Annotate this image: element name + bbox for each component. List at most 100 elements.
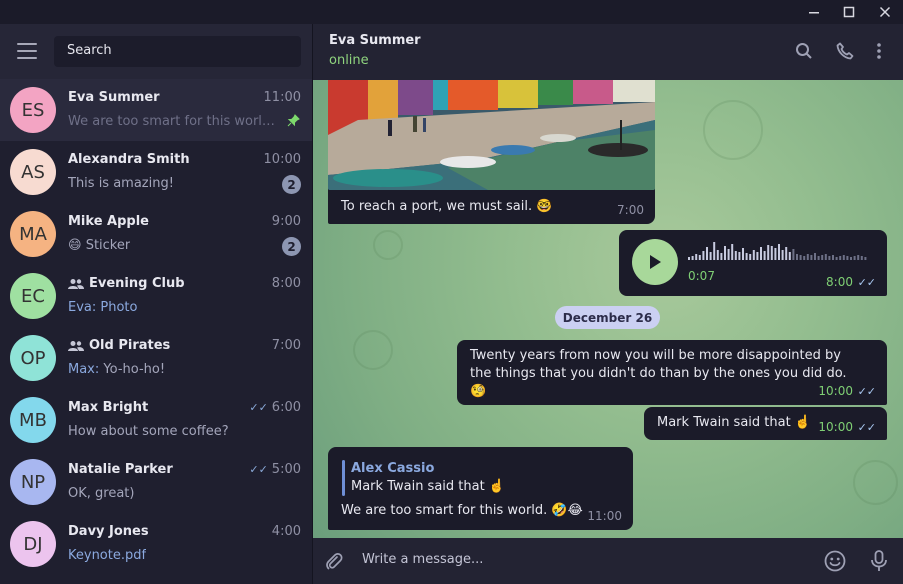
chat-name: Eva Summer [68,90,160,105]
read-checks-icon: ✓✓ [857,276,876,289]
photo-message[interactable]: To reach a port, we must sail. 🤓 7:00 [328,80,655,224]
waveform-bar [824,254,827,260]
preview-sender: Max: [68,362,100,377]
message-time: 10:00 [818,384,853,398]
waveform-bar [806,254,809,260]
chat-time: 10:00 [263,152,301,167]
chat-preview: Keynote.pdf [68,548,147,563]
emoji-icon[interactable] [823,549,847,573]
outgoing-message[interactable]: Twenty years from now you will be more d… [457,340,887,405]
waveform-bar [731,244,734,260]
peer-name[interactable]: Eva Summer [329,33,421,48]
avatar: ES [10,87,56,133]
search-placeholder: Search [67,43,112,58]
message-time: 7:00 [617,203,644,217]
reply-author[interactable]: Alex Cassio [351,461,434,476]
incoming-reply-message[interactable]: Alex Cassio Mark Twain said that ☝️ We a… [328,447,633,530]
chat-time: 11:00 [263,90,301,105]
chat-name: Natalie Parker [68,462,173,477]
waveform-bar [688,257,690,260]
chat-time: 7:00 [271,338,301,353]
waveform-bar [803,256,806,260]
waveform-bar [734,251,737,260]
chat-preview: Eva: Photo [68,300,138,315]
sticker-emoji: 😄 [68,238,82,253]
menu-icon[interactable] [17,43,37,59]
chat-time: 9:00 [271,214,301,229]
date-separator: December 26 [555,306,660,329]
message-time: 11:00 [587,509,622,523]
waveform-bar [781,250,784,260]
outgoing-message[interactable]: Mark Twain said that ☝️ 10:00 ✓✓ [644,407,887,440]
chat-preview: How about some coffee? [68,424,229,439]
chat-item-alexandra-smith[interactable]: AS Alexandra Smith 10:00 This is amazing… [0,141,312,203]
voice-message[interactable]: 0:07 8:00 ✓✓ [619,230,887,296]
play-icon [650,255,661,269]
waveform-bar [760,247,762,260]
minimize-icon[interactable] [796,0,832,24]
waveform-bar [788,252,791,260]
attach-icon[interactable] [322,549,346,573]
photo-caption: To reach a port, we must sail. 🤓 [341,199,553,214]
read-checks-icon: ✓✓ [857,385,876,398]
waveform-bar [691,256,694,260]
title-bar [0,0,903,24]
chat-time: 5:00 [271,462,301,477]
chat-item-evening-club[interactable]: EC Evening Club 8:00 Eva: Photo [0,265,312,327]
photo-image[interactable] [328,80,655,190]
chat-name: Mike Apple [68,214,149,229]
chat-preview: We are too smart for this world. 🤣😂 [68,114,278,129]
chat-item-davy-jones[interactable]: DJ Davy Jones 4:00 Keynote.pdf [0,513,312,575]
waveform-bar [792,249,795,260]
waveform-bar [857,255,860,260]
waveform-bar [749,254,752,260]
message-text: Mark Twain said that ☝️ [657,415,812,430]
chat-list: ES Eva Summer 11:00 We are too smart for… [0,79,312,575]
maximize-icon[interactable] [831,0,867,24]
waveform-bar [799,255,802,260]
waveform-bar [756,252,759,260]
chat-time: 4:00 [271,524,301,539]
waveform-bar [860,256,863,260]
chat-time: 6:00 [271,400,301,415]
read-checks-icon: ✓✓ [249,463,268,476]
chat-preview: Max: Yo-ho-ho! [68,362,165,377]
chat-sidebar: Search ES Eva Summer 11:00 We are too sm… [0,24,313,584]
waveform-bar [850,257,852,260]
search-icon[interactable] [793,40,815,62]
message-input[interactable]: Write a message... [362,552,483,567]
chat-item-eva-summer[interactable]: ES Eva Summer 11:00 We are too smart for… [0,79,312,141]
waveform-bar [752,250,755,260]
reply-quote[interactable]: Mark Twain said that ☝️ [351,479,505,494]
chat-item-mike-apple[interactable]: MA Mike Apple 9:00 😄 Sticker 2 [0,203,312,265]
chat-name: Max Bright [68,400,149,415]
chat-preview: This is amazing! [68,176,174,191]
chat-preview-text: Sticker [85,238,131,253]
chat-item-natalie-parker[interactable]: NP Natalie Parker ✓✓ 5:00 OK, great) [0,451,312,513]
waveform-bar [828,256,831,260]
waveform-bar [810,255,813,260]
avatar: MA [10,211,56,257]
message-text: Twenty years from now you will be more d… [470,348,847,399]
more-icon[interactable] [868,40,890,62]
waveform-bar [695,254,698,260]
waveform-bar [842,255,845,260]
waveform-bar [832,255,834,260]
waveform-bar [853,256,856,260]
chat-item-old-pirates[interactable]: OP Old Pirates 7:00 Max: Yo-ho-ho! [0,327,312,389]
phone-icon[interactable] [834,40,856,62]
waveform-bar [713,242,716,260]
chat-item-max-bright[interactable]: MB Max Bright ✓✓ 6:00 How about some coff… [0,389,312,451]
avatar: AS [10,149,56,195]
peer-status: online [329,53,369,68]
group-icon [68,340,84,351]
search-input[interactable]: Search [54,36,301,67]
waveform [688,242,867,260]
read-checks-icon: ✓✓ [857,421,876,434]
waveform-bar [817,256,820,260]
microphone-icon[interactable] [867,549,891,573]
waveform-bar [796,254,798,260]
chat-preview: OK, great) [68,486,135,501]
close-icon[interactable] [867,0,903,24]
play-button[interactable] [632,239,678,285]
